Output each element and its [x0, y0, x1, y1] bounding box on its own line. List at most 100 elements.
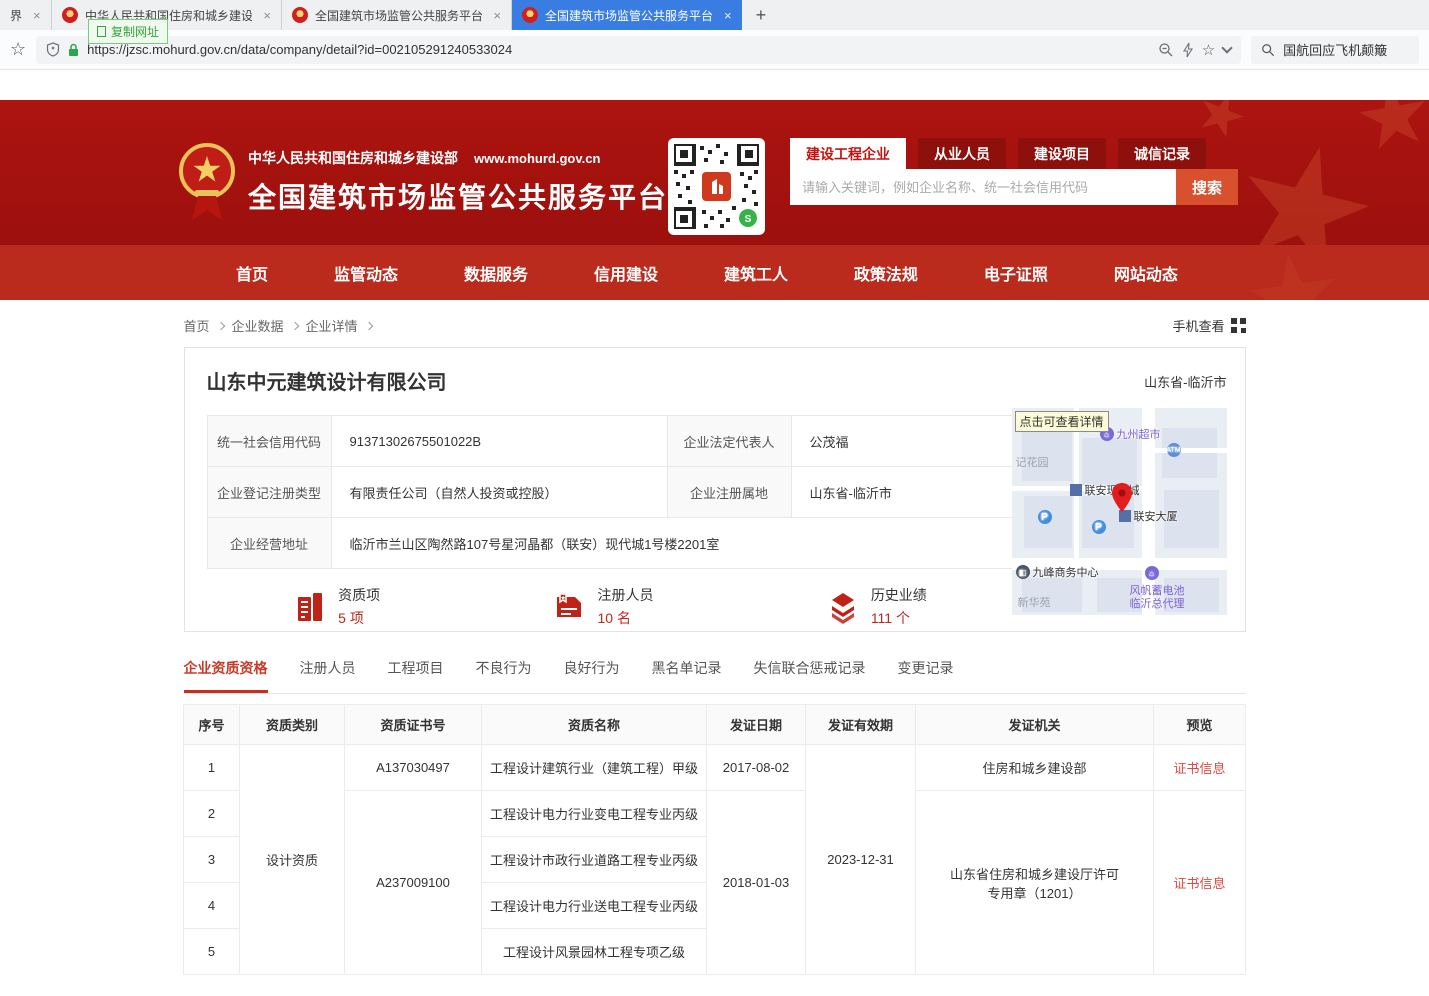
row-no: 1 — [184, 745, 240, 791]
stat-registered-personnel[interactable]: 注册人员 10 名 — [551, 585, 653, 628]
breadcrumb-company-detail[interactable]: 企业详情 — [306, 316, 358, 335]
zoom-out-icon[interactable] — [1158, 42, 1174, 58]
stat-value: 111 个 — [871, 608, 927, 628]
certificate-info-link[interactable]: 证书信息 — [1173, 761, 1225, 776]
row-no: 4 — [184, 883, 240, 929]
copy-icon — [97, 26, 106, 37]
tab-projects[interactable]: 工程项目 — [388, 658, 444, 693]
nav-item-data-service[interactable]: 数据服务 — [464, 261, 528, 285]
browser-tab-jzsc-1[interactable]: 全国建筑市场监管公共服务平台 × — [282, 0, 512, 30]
favorite-star-icon[interactable]: ☆ — [1202, 41, 1215, 59]
ministry-site: www.mohurd.gov.cn — [474, 151, 600, 166]
building-icon — [292, 589, 328, 625]
stat-label: 资质项 — [338, 585, 380, 605]
nav-item-ecert[interactable]: 电子证照 — [984, 261, 1048, 285]
tab-title: 界 — [10, 7, 22, 24]
qual-name: 工程设计电力行业变电工程专业丙级 — [482, 791, 707, 837]
address-label: 企业经营地址 — [208, 518, 332, 569]
tab-close-icon[interactable]: × — [33, 8, 41, 23]
svg-text:S: S — [745, 214, 752, 225]
search-tab-enterprise[interactable]: 建设工程企业 — [790, 138, 906, 169]
tab-bad-behavior[interactable]: 不良行为 — [476, 658, 532, 693]
copy-url-label: 复制网址 — [111, 23, 159, 40]
mobile-view-label[interactable]: 手机查看 — [1172, 316, 1224, 335]
chevron-down-icon[interactable] — [1221, 42, 1232, 53]
nav-item-workers[interactable]: 建筑工人 — [724, 261, 788, 285]
stat-history[interactable]: 历史业绩 111 个 — [825, 585, 927, 628]
tab-registered-personnel[interactable]: 注册人员 — [300, 658, 356, 693]
qual-name: 工程设计市政行业道路工程专业丙级 — [482, 837, 707, 883]
tab-blacklist[interactable]: 黑名单记录 — [652, 658, 722, 693]
keyword-search-input[interactable] — [790, 169, 1176, 205]
mobile-qr-icon[interactable] — [1231, 318, 1246, 333]
browser-tab-jzsc-active[interactable]: 全国建筑市场监管公共服务平台 × — [512, 0, 742, 30]
col-category: 资质类别 — [240, 705, 345, 745]
url-text[interactable]: https://jzsc.mohurd.gov.cn/data/company/… — [87, 42, 1150, 57]
copy-url-tooltip[interactable]: 复制网址 — [88, 19, 168, 44]
certificate-info-link[interactable]: 证书信息 — [1173, 876, 1225, 891]
site-brand[interactable]: 中华人民共和国住房和城乡建设部 www.mohurd.gov.cn 全国建筑市场… — [178, 138, 668, 226]
national-emblem-icon — [178, 138, 236, 226]
nav-item-supervision[interactable]: 监管动态 — [334, 261, 398, 285]
credit-code-value: 91371302675501022B — [332, 416, 668, 467]
legal-rep-label: 企业法定代表人 — [668, 416, 792, 467]
nav-item-site-news[interactable]: 网站动态 — [1114, 261, 1178, 285]
atm-icon: ATM — [1167, 443, 1181, 457]
badge-icon — [551, 589, 587, 625]
bookmark-star-icon[interactable]: ☆ — [10, 39, 26, 60]
stat-qualifications[interactable]: 资质项 5 项 — [292, 585, 380, 628]
cert-no: A237009100 — [345, 791, 482, 975]
col-validity: 发证有效期 — [806, 705, 916, 745]
table-header-row: 序号 资质类别 资质证书号 资质名称 发证日期 发证有效期 发证机关 预览 — [184, 705, 1246, 745]
browser-tab-partial[interactable]: 界 × — [0, 0, 52, 30]
nav-item-policy[interactable]: 政策法规 — [854, 261, 918, 285]
ministry-name: 中华人民共和国住房和城乡建设部 — [248, 148, 458, 168]
search-tab-personnel[interactable]: 从业人员 — [918, 138, 1006, 169]
tab-qualifications[interactable]: 企业资质资格 — [184, 658, 268, 693]
parking-icon: P — [1092, 520, 1106, 534]
qual-category: 设计资质 — [240, 745, 345, 975]
row-no: 3 — [184, 837, 240, 883]
reg-type-value: 有限责任公司（自然人投资或控股） — [332, 467, 668, 518]
browser-toolbar: ☆ https://jzsc.mohurd.gov.cn/data/compan… — [0, 30, 1429, 70]
quick-search-box[interactable]: 国航回应飞机颠簸 — [1251, 36, 1419, 64]
tab-close-icon[interactable]: × — [724, 8, 732, 23]
search-icon — [1261, 43, 1275, 57]
row-no: 2 — [184, 791, 240, 837]
breadcrumb-separator-icon — [364, 321, 372, 329]
tab-title: 全国建筑市场监管公共服务平台 — [545, 7, 713, 24]
map-poi-parking-1: P — [1038, 510, 1052, 524]
banner-search-module: 建设工程企业 从业人员 建设项目 诚信记录 搜索 — [790, 138, 1238, 205]
map-pin-icon — [1111, 483, 1133, 513]
nav-item-home[interactable]: 首页 — [236, 261, 268, 285]
tab-good-behavior[interactable]: 良好行为 — [564, 658, 620, 693]
table-row: 1 设计资质 A137030497 工程设计建筑行业（建筑工程）甲级 2017-… — [184, 745, 1246, 791]
nav-item-credit[interactable]: 信用建设 — [594, 261, 658, 285]
tab-close-icon[interactable]: × — [263, 8, 271, 23]
search-tab-credit[interactable]: 诚信记录 — [1118, 138, 1206, 169]
location-map[interactable]: 点击可查看详情 ⌂ 九州超市 ATM 记花园 联安现代城 P P 联安大厦 ◧ — [1012, 408, 1227, 615]
quick-search-text: 国航回应飞机颠簸 — [1283, 40, 1387, 59]
col-qual-name: 资质名称 — [482, 705, 707, 745]
tab-close-icon[interactable]: × — [493, 8, 501, 23]
qual-name: 工程设计风景园林工程专项乙级 — [482, 929, 707, 975]
decor-star-icon — [1225, 131, 1383, 245]
col-cert-no: 资质证书号 — [345, 705, 482, 745]
breadcrumb-company-data[interactable]: 企业数据 — [232, 316, 284, 335]
search-tab-project[interactable]: 建设项目 — [1018, 138, 1106, 169]
search-button[interactable]: 搜索 — [1176, 169, 1238, 205]
tab-dishonesty[interactable]: 失信联合惩戒记录 — [754, 658, 866, 693]
address-bar[interactable]: https://jzsc.mohurd.gov.cn/data/company/… — [36, 36, 1241, 64]
reg-region-label: 企业注册属地 — [668, 467, 792, 518]
company-info-table: 统一社会信用代码 91371302675501022B 企业法定代表人 公茂福 … — [207, 415, 1013, 569]
qr-pattern-icon: S — [674, 144, 759, 229]
breadcrumb-separator-icon — [290, 321, 298, 329]
emblem-favicon-icon — [522, 7, 538, 23]
map-poi-jiufeng: ◧ 九峰商务中心 — [1016, 564, 1099, 580]
flash-icon[interactable] — [1182, 42, 1194, 58]
shield-icon[interactable] — [46, 42, 60, 57]
tab-changes[interactable]: 变更记录 — [898, 658, 954, 693]
stat-label: 注册人员 — [597, 585, 653, 605]
new-tab-button[interactable]: + — [742, 0, 781, 30]
breadcrumb-home[interactable]: 首页 — [184, 316, 210, 335]
